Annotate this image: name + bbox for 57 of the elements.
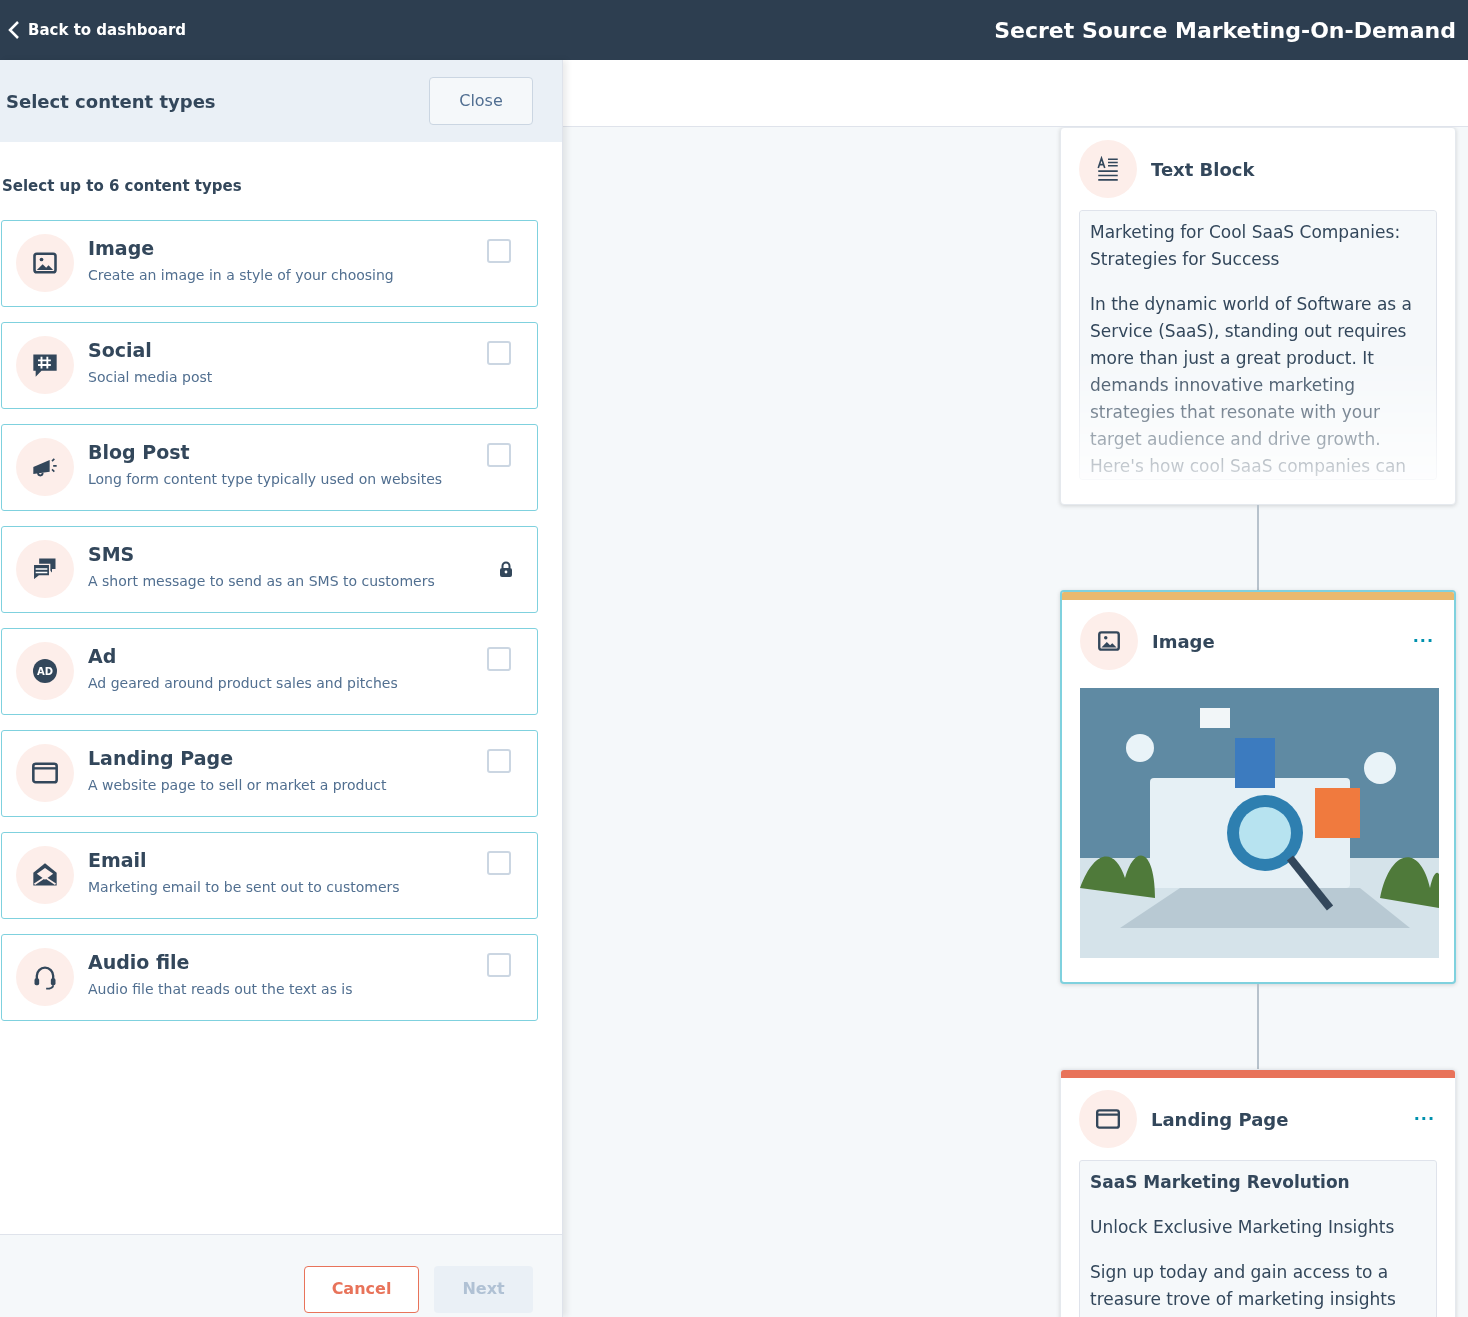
checkbox[interactable] [487,646,511,671]
envelope-icon [31,861,59,889]
content-type-option[interactable]: SMS A short message to send as an SMS to customers [1,525,538,613]
option-title: Audio file [88,950,191,976]
option-description: A short message to send as an SMS to customers [88,571,436,591]
option-title: Ad [88,644,118,670]
image-icon [1096,628,1122,654]
text-block-card[interactable] [1060,127,1456,505]
option-title: Social [88,338,153,364]
option-description: Audio file that reads out the text as is [88,979,354,999]
more-menu-button[interactable]: ··· [1413,1107,1435,1131]
card-paragraph: Marketing for Cool SaaS Companies: Strategies for Success [1090,221,1402,271]
card-title: Landing Page [1151,1107,1290,1132]
checkbox[interactable] [487,442,511,467]
option-title: Image [88,236,156,262]
content-type-option[interactable]: Blog Post Long form content type typically used on websites [1,423,538,511]
option-title: SMS [88,542,136,568]
ad-icon: AD [33,659,57,683]
checkbox[interactable] [487,340,511,365]
browser-window-icon [1095,1106,1121,1132]
card-title: Image [1152,629,1216,654]
content-type-option[interactable]: Image Create an image in a style of your choosing [1,219,538,307]
more-menu-button[interactable]: ··· [1412,629,1434,653]
chevron-left-icon [8,20,20,40]
option-description: Social media post [88,367,214,387]
checkbox[interactable] [487,748,511,773]
option-description: Marketing email to be sent out to customers [88,877,401,897]
content-type-option[interactable]: Email Marketing email to be sent out to customers [1,831,538,919]
content-type-option[interactable]: AD Ad Ad geared around product sales and pitches [1,627,538,715]
checkbox[interactable] [487,850,511,875]
option-description: A website page to sell or market a product [88,775,388,795]
content-type-option[interactable]: Audio file Audio file that reads out the text as is [1,933,538,1021]
app-title: Secret Source Marketing-On-Demand [994,16,1457,45]
card-title: Text Block [1151,157,1256,182]
option-title: Email [88,848,148,874]
content-type-option[interactable]: Landing Page A website page to sell or market a product [1,729,538,817]
option-title: Landing Page [88,746,235,772]
close-button[interactable]: Close [429,77,533,125]
checkbox[interactable] [487,238,511,263]
back-link[interactable]: Back to dashboard [0,18,187,42]
panel-title: Select content types [6,89,216,114]
instruction-text: Select up to 6 content types [1,176,243,197]
lock-icon [499,561,513,577]
text-lines-icon [1095,156,1121,182]
landing-headline: SaaS Marketing Revolution [1090,1171,1351,1194]
option-description: Long form content type typically used on websites [88,469,444,489]
card-paragraph: Unlock Exclusive Marketing Insights [1090,1216,1396,1239]
image-card[interactable]: Image ··· [1060,590,1456,984]
content-type-option[interactable]: Social Social media post [1,321,538,409]
landing-page-card[interactable]: Landing Page ··· SaaS Marketing Revolution Unlock Exclusive Marketing Insights Sign up today and gain access to a treasure trove of marketing insights [1060,1069,1456,1317]
option-title: Blog Post [88,440,191,466]
checkbox[interactable] [487,952,511,977]
option-description: Create an image in a style of your choosing [88,265,395,285]
image-icon [31,249,59,277]
card-paragraph: Sign up today and gain access to a treasure trove of marketing insights [1090,1261,1397,1311]
browser-window-icon [31,759,59,787]
option-description: Ad geared around product sales and pitches [88,673,399,693]
